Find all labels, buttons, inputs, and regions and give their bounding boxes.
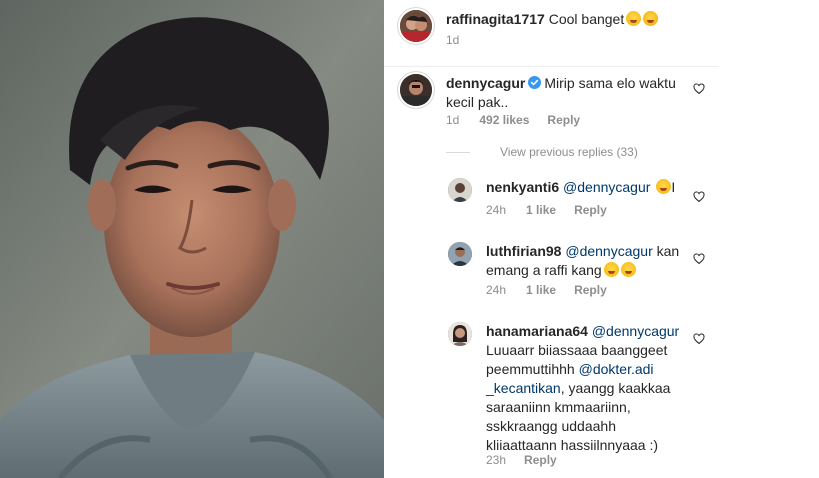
comment-username[interactable]: raffinagita1717 <box>446 11 545 27</box>
reply-mention-secondary[interactable]: @dokter.adi <box>579 361 654 377</box>
heart-icon[interactable] <box>693 333 705 345</box>
reply-timestamp: 23h <box>486 453 507 467</box>
avatar[interactable] <box>448 322 472 346</box>
view-previous-replies-label: View previous replies (33) <box>500 145 638 159</box>
comments-panel: raffinagita1717 Cool banget 1d dennycagu… <box>384 0 819 478</box>
divider-line <box>446 151 470 153</box>
face-blowing-kiss-emoji <box>643 11 659 26</box>
reply-text-line-7: kliiaattaann hassiilnnyaaa :) <box>486 437 658 453</box>
reply-text-line-4: , yaangg kaakkaa <box>560 380 671 396</box>
reply-text-line-2: Luuaarr biiassaaa baanggeet <box>486 342 668 358</box>
reply-text: I <box>671 179 676 195</box>
avatar[interactable] <box>448 242 472 266</box>
comment-username[interactable]: dennycagur <box>446 75 525 91</box>
reply-username[interactable]: nenkyanti6 <box>486 179 559 195</box>
heart-icon[interactable] <box>693 191 705 203</box>
reply-timestamp: 24h <box>486 283 507 297</box>
reply-mention[interactable]: @dennycagur <box>592 323 679 339</box>
reply-text-line-3: peemmuttihhh <box>486 361 575 377</box>
reply-text-line-2: emang a raffi kang <box>486 262 602 278</box>
reply-button[interactable]: Reply <box>547 113 580 127</box>
comment-timestamp: 1d <box>446 113 460 127</box>
reply-button[interactable]: Reply <box>574 203 607 217</box>
comment-text-line-2: kecil pak.. <box>446 94 509 110</box>
comment-likes[interactable]: 492 likes <box>479 113 529 127</box>
face-with-tears-of-joy-emoji <box>620 262 636 277</box>
reply-mention[interactable]: @dennycagur <box>563 179 650 195</box>
reply-username[interactable]: hanamariana64 <box>486 323 588 339</box>
reply-button[interactable]: Reply <box>524 453 557 467</box>
reply-item: hanamariana64 @dennycagur Luuaarr biiass… <box>384 316 819 476</box>
comment-item: dennycagur Mirip sama elo waktu kecil pak… <box>384 66 819 136</box>
reply-username[interactable]: luthfirian98 <box>486 243 561 259</box>
reply-likes[interactable]: 1 like <box>526 203 556 217</box>
verified-badge-icon <box>528 76 542 89</box>
comment-text: Cool banget <box>548 11 625 27</box>
avatar[interactable] <box>400 74 432 106</box>
reply-mention-secondary-continued[interactable]: _kecantikan <box>486 380 561 396</box>
comment-text: Mirip sama elo waktu <box>544 75 676 91</box>
post-photo[interactable] <box>0 0 384 478</box>
grinning-face-emoji <box>656 179 672 194</box>
heart-icon[interactable] <box>693 253 705 265</box>
reply-text-line-5: saraaniinn kmmaariinn, <box>486 399 631 415</box>
rolling-on-floor-laughing-emoji <box>603 262 619 277</box>
reply-mention[interactable]: @dennycagur <box>565 243 652 259</box>
rolling-on-floor-laughing-emoji <box>626 11 642 26</box>
reply-button[interactable]: Reply <box>574 283 607 297</box>
comment-timestamp: 1d <box>446 33 460 47</box>
heart-icon[interactable] <box>693 83 705 95</box>
avatar[interactable] <box>400 10 432 42</box>
avatar[interactable] <box>448 178 472 202</box>
view-previous-replies-button[interactable]: View previous replies (33) <box>446 145 638 159</box>
reply-timestamp: 24h <box>486 203 507 217</box>
reply-item: luthfirian98 @dennycagur kan emang a raf… <box>384 236 819 302</box>
portrait-illustration <box>0 0 384 478</box>
comment-item: raffinagita1717 Cool banget 1d <box>384 0 819 60</box>
reply-text: kan <box>656 243 680 259</box>
reply-likes[interactable]: 1 like <box>526 283 556 297</box>
reply-item: nenkyanti6 @dennycagur I 24h 1 like Repl… <box>384 172 819 222</box>
reply-text-line-6: sskkraangg uddaahh <box>486 418 616 434</box>
